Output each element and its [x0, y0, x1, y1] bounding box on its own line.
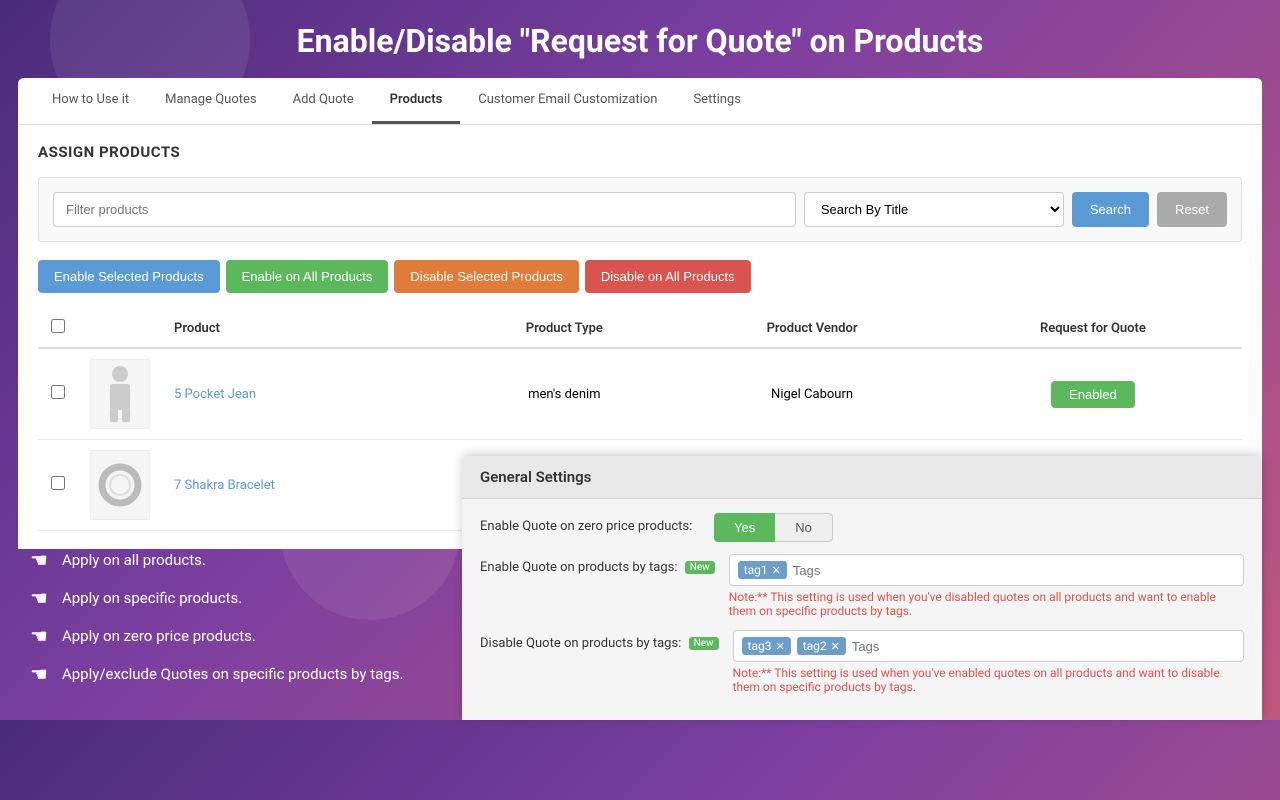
product-image-2 [90, 450, 150, 520]
tags-input-disable[interactable] [852, 639, 1235, 654]
bullet-text-1: Apply on all products. [62, 551, 206, 569]
settings-control-disable-tags: tag3 ✕ tag2 ✕ Note:** This setting is us… [733, 630, 1244, 694]
col-product-vendor: Product Vendor [680, 309, 944, 348]
yes-no-group: Yes No [714, 513, 1244, 542]
settings-row-zero-price: Enable Quote on zero price products: Yes… [480, 513, 1244, 542]
settings-note-disable: Note:** This setting is used when you've… [733, 666, 1244, 694]
bullet-text-3: Apply on zero price products. [62, 627, 256, 645]
settings-label-zero-price: Enable Quote on zero price products: [480, 513, 700, 534]
arrow-icon-3: ☚ [30, 624, 48, 648]
table-row: 5 Pocket Jean men's denim Nigel Cabourn … [38, 348, 1242, 440]
status-button-1[interactable]: Enabled [1051, 381, 1135, 408]
bullet-4: ☚ Apply/exclude Quotes on specific produ… [30, 662, 420, 686]
tag-badge-tag1[interactable]: tag1 ✕ [738, 561, 787, 579]
new-badge-1: New [685, 561, 715, 574]
settings-row-disable-tags: Disable Quote on products by tags: New t… [480, 630, 1244, 694]
col-request-for-quote: Request for Quote [944, 309, 1242, 348]
bullet-text-2: Apply on specific products. [62, 589, 242, 607]
col-product-type: Product Type [448, 309, 680, 348]
settings-label-enable-tags: Enable Quote on products by tags: New [480, 554, 715, 575]
settings-control-zero-price: Yes No [714, 513, 1244, 542]
disable-selected-button[interactable]: Disable Selected Products [394, 260, 578, 293]
arrow-icon-2: ☚ [30, 586, 48, 610]
no-button[interactable]: No [775, 513, 833, 542]
product-vendor-1: Nigel Cabourn [680, 348, 944, 440]
enable-selected-button[interactable]: Enable Selected Products [38, 260, 220, 293]
enable-all-button[interactable]: Enable on All Products [226, 260, 389, 293]
bottom-bullets: ☚ Apply on all products. ☚ Apply on spec… [0, 528, 450, 720]
tab-manage-quotes[interactable]: Manage Quotes [147, 78, 274, 124]
settings-control-enable-tags: tag1 ✕ Note:** This setting is used when… [729, 554, 1244, 618]
tag-input-disable[interactable]: tag3 ✕ tag2 ✕ [733, 630, 1244, 662]
tab-settings[interactable]: Settings [675, 78, 758, 124]
bullet-3: ☚ Apply on zero price products. [30, 624, 420, 648]
tag-badge-tag2[interactable]: tag2 ✕ [797, 637, 846, 655]
remove-tag1-icon[interactable]: ✕ [772, 564, 781, 577]
yes-button[interactable]: Yes [714, 513, 775, 542]
settings-body: Enable Quote on zero price products: Yes… [462, 499, 1262, 720]
product-link-2[interactable]: 7 Shakra Bracelet [174, 478, 275, 493]
tag-input-enable[interactable]: tag1 ✕ [729, 554, 1244, 586]
tab-add-quote[interactable]: Add Quote [275, 78, 372, 124]
bullet-2: ☚ Apply on specific products. [30, 586, 420, 610]
product-image-1 [90, 359, 150, 429]
product-link-1[interactable]: 5 Pocket Jean [174, 387, 256, 402]
settings-title: General Settings [462, 456, 1262, 499]
section-title: ASSIGN PRODUCTS [38, 143, 1242, 161]
settings-panel: General Settings Enable Quote on zero pr… [462, 456, 1262, 720]
tab-how-to-use[interactable]: How to Use it [34, 78, 147, 124]
settings-row-enable-tags: Enable Quote on products by tags: New ta… [480, 554, 1244, 618]
col-product: Product [162, 309, 448, 348]
product-type-1: men's denim [448, 348, 680, 440]
search-type-select[interactable]: Search By Title [804, 192, 1064, 227]
remove-tag3-icon[interactable]: ✕ [775, 640, 784, 653]
arrow-icon-1: ☚ [30, 548, 48, 572]
tag-badge-tag3[interactable]: tag3 ✕ [742, 637, 791, 655]
settings-note-enable: Note:** This setting is used when you've… [729, 590, 1244, 618]
bullet-text-4: Apply/exclude Quotes on specific product… [62, 665, 403, 683]
row-checkbox-1[interactable] [51, 385, 65, 399]
action-buttons: Enable Selected Products Enable on All P… [38, 260, 1242, 293]
row-checkbox-2[interactable] [51, 476, 65, 490]
reset-button[interactable]: Reset [1157, 192, 1227, 227]
search-button[interactable]: Search [1072, 192, 1149, 227]
tab-bar: How to Use it Manage Quotes Add Quote Pr… [18, 78, 1262, 125]
tags-input-enable[interactable] [793, 563, 1235, 578]
arrow-icon-4: ☚ [30, 662, 48, 686]
bullet-1: ☚ Apply on all products. [30, 548, 420, 572]
page-title: Enable/Disable "Request for Quote" on Pr… [0, 0, 1280, 78]
select-all-checkbox[interactable] [51, 319, 65, 333]
tab-products[interactable]: Products [372, 78, 461, 124]
remove-tag2-icon[interactable]: ✕ [831, 640, 840, 653]
search-bar: Search By Title Search Reset [38, 177, 1242, 242]
search-input[interactable] [53, 192, 796, 227]
disable-all-button[interactable]: Disable on All Products [585, 260, 751, 293]
new-badge-2: New [689, 637, 719, 650]
settings-label-disable-tags: Disable Quote on products by tags: New [480, 630, 719, 651]
tab-email-customization[interactable]: Customer Email Customization [460, 78, 675, 124]
